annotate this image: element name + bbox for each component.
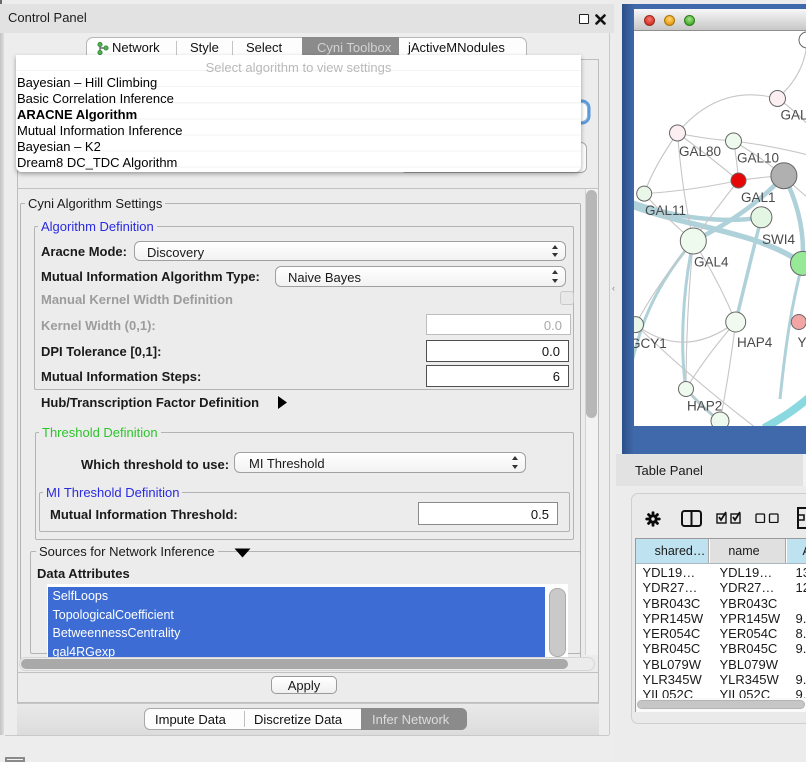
svg-text:Y: Y bbox=[798, 335, 806, 350]
svg-text:GCY1: GCY1 bbox=[634, 336, 667, 351]
svg-text:GAL: GAL bbox=[781, 108, 806, 123]
svg-text:GAL4: GAL4 bbox=[694, 255, 729, 270]
svg-text:SWI4: SWI4 bbox=[762, 232, 795, 247]
svg-text:GAL1: GAL1 bbox=[741, 190, 776, 205]
svg-text:HAP4: HAP4 bbox=[737, 335, 773, 350]
svg-text:GAL10: GAL10 bbox=[737, 151, 779, 166]
svg-text:GAL11: GAL11 bbox=[645, 203, 686, 218]
svg-text:HAP2: HAP2 bbox=[687, 399, 722, 414]
svg-text:GAL80: GAL80 bbox=[679, 144, 721, 159]
